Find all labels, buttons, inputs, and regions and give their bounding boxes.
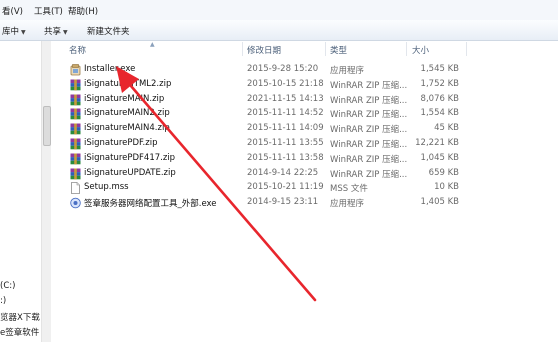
file-name: Setup.mss [84, 182, 129, 193]
column-divider[interactable] [466, 42, 467, 56]
file-size: 45 KB [434, 123, 459, 134]
share-label: 共享 [44, 27, 62, 37]
file-row[interactable]: iSignaturePDF.zip 2015-11-11 13:55 WinRAR … [63, 136, 483, 151]
winrar-zip-icon [70, 138, 81, 150]
column-divider[interactable] [406, 42, 407, 56]
share-button[interactable]: 共享 ▼ [44, 25, 68, 37]
column-divider[interactable] [242, 42, 243, 56]
command-toolbar: 库中 ▼ 共享 ▼ 新建文件夹 [0, 20, 558, 41]
installer-icon [70, 64, 81, 76]
file-row[interactable]: iSignatureMAIN.zip 2021-11-15 14:13 WinRAR… [63, 92, 483, 107]
column-header-date[interactable]: 修改日期 [247, 44, 281, 56]
file-size: 1,545 KB [420, 64, 459, 74]
file-row[interactable]: iSignatureMAIN2.zip 2015-11-11 14:52 WinRA… [63, 106, 483, 121]
file-row[interactable]: Setup.mss 2015-10-21 11:19 MSS 文件 10 KB [63, 180, 483, 195]
file-type: WinRAR ZIP 压缩... [330, 125, 408, 136]
chevron-down-icon: ▼ [21, 29, 26, 36]
winrar-zip-icon [70, 94, 81, 106]
column-header-size[interactable]: 大小 [412, 44, 429, 56]
column-header-name[interactable]: 名称 [69, 44, 86, 56]
file-modified-date: 2021-11-15 14:13 [247, 93, 324, 104]
column-header-type[interactable]: 类型 [330, 44, 347, 56]
file-type: WinRAR ZIP 压缩... [330, 169, 408, 180]
sort-ascending-icon: ▲ [150, 41, 155, 48]
file-size: 1,045 KB [420, 152, 459, 163]
file-type: WinRAR ZIP 压缩... [330, 140, 408, 150]
file-modified-date: 2015-11-11 14:52 [247, 108, 324, 119]
sidebar-item-browser-downloads[interactable]: 览器X下载 [0, 311, 40, 323]
file-type: 应用程序 [330, 66, 365, 76]
file-size: 8,076 KB [420, 93, 459, 104]
menu-bar: 看(V) 工具(T) 帮助(H) [0, 0, 558, 21]
file-row[interactable]: 签章服务器网络配置工具_外部.exe 2014-9-15 23:11 应用程序 1,4… [63, 195, 483, 210]
file-type: WinRAR ZIP 压缩... [330, 154, 408, 165]
sidebar-item-signature-software[interactable]: e签章软件 [0, 326, 39, 338]
file-row[interactable]: iSignatureMAIN4.zip 2015-11-11 14:09 WinRA… [63, 121, 483, 136]
file-row[interactable]: iSignatureUPDATE.zip 2014-9-14 22:25 WinRA… [63, 166, 483, 181]
menu-tools[interactable]: 工具(T) [34, 5, 63, 17]
file-modified-date: 2014-9-15 23:11 [247, 197, 319, 208]
file-row[interactable]: Installer.exe 2015-9-28 15:20 应用程序 1,545 KB [63, 62, 483, 77]
include-in-library-button[interactable]: 库中 ▼ [2, 25, 26, 37]
file-modified-date: 2015-11-11 13:58 [247, 152, 324, 163]
chevron-down-icon: ▼ [63, 29, 68, 36]
menu-view[interactable]: 看(V) [2, 5, 23, 17]
file-type: MSS 文件 [330, 184, 368, 195]
file-modified-date: 2014-9-14 22:25 [247, 167, 319, 178]
file-size: 10 KB [434, 182, 459, 193]
file-type: WinRAR ZIP 压缩... [330, 110, 408, 121]
file-name: iSignatureUPDATE.zip [84, 167, 176, 178]
file-modified-date: 2015-10-15 21:18 [247, 78, 324, 89]
file-size: 1,554 KB [420, 108, 459, 119]
file-row[interactable]: iSignatureHTML2.zip 2015-10-15 21:18 WinRA… [63, 77, 483, 92]
file-size: 1,752 KB [420, 78, 459, 89]
file-modified-date: 2015-11-11 13:55 [247, 138, 324, 148]
file-name: Installer.exe [84, 64, 136, 74]
sidebar-item-drive-c[interactable]: (C:) [0, 281, 15, 291]
sidebar-item-drive[interactable]: :) [0, 296, 6, 306]
file-size: 659 KB [428, 167, 459, 178]
file-row[interactable]: iSignaturePDF417.zip 2015-11-11 13:58 WinR… [63, 151, 483, 166]
new-folder-button[interactable]: 新建文件夹 [87, 25, 130, 37]
file-name: 签章服务器网络配置工具_外部.exe [84, 199, 217, 210]
file-name: iSignaturePDF417.zip [84, 152, 176, 163]
winrar-zip-icon [70, 153, 81, 165]
file-type: 应用程序 [330, 199, 365, 210]
file-size: 1,405 KB [420, 197, 459, 208]
document-icon [70, 182, 81, 195]
column-header-row: 名称 修改日期 类型 大小 [63, 41, 558, 56]
include-in-library-label: 库中 [2, 27, 20, 37]
file-modified-date: 2015-9-28 15:20 [247, 64, 319, 74]
file-type: WinRAR ZIP 压缩... [330, 80, 408, 91]
winrar-zip-icon [70, 108, 81, 120]
column-divider[interactable] [325, 42, 326, 56]
winrar-zip-icon [70, 79, 81, 91]
menu-help[interactable]: 帮助(H) [68, 5, 98, 17]
file-name: iSignatureHTML2.zip [84, 78, 172, 89]
winrar-zip-icon [70, 168, 81, 180]
file-name: iSignatureMAIN4.zip [84, 123, 170, 134]
file-name: iSignatureMAIN2.zip [84, 108, 170, 119]
file-size: 12,221 KB [415, 138, 459, 148]
config-tool-icon [70, 197, 81, 209]
file-modified-date: 2015-11-11 14:09 [247, 123, 324, 134]
file-type: WinRAR ZIP 压缩... [330, 95, 408, 106]
file-modified-date: 2015-10-21 11:19 [247, 182, 324, 193]
nav-scrollbar[interactable] [41, 41, 51, 342]
file-name: iSignatureMAIN.zip [84, 93, 165, 104]
nav-scroll-thumb[interactable] [43, 106, 51, 146]
file-name: iSignaturePDF.zip [84, 138, 158, 148]
winrar-zip-icon [70, 123, 81, 135]
